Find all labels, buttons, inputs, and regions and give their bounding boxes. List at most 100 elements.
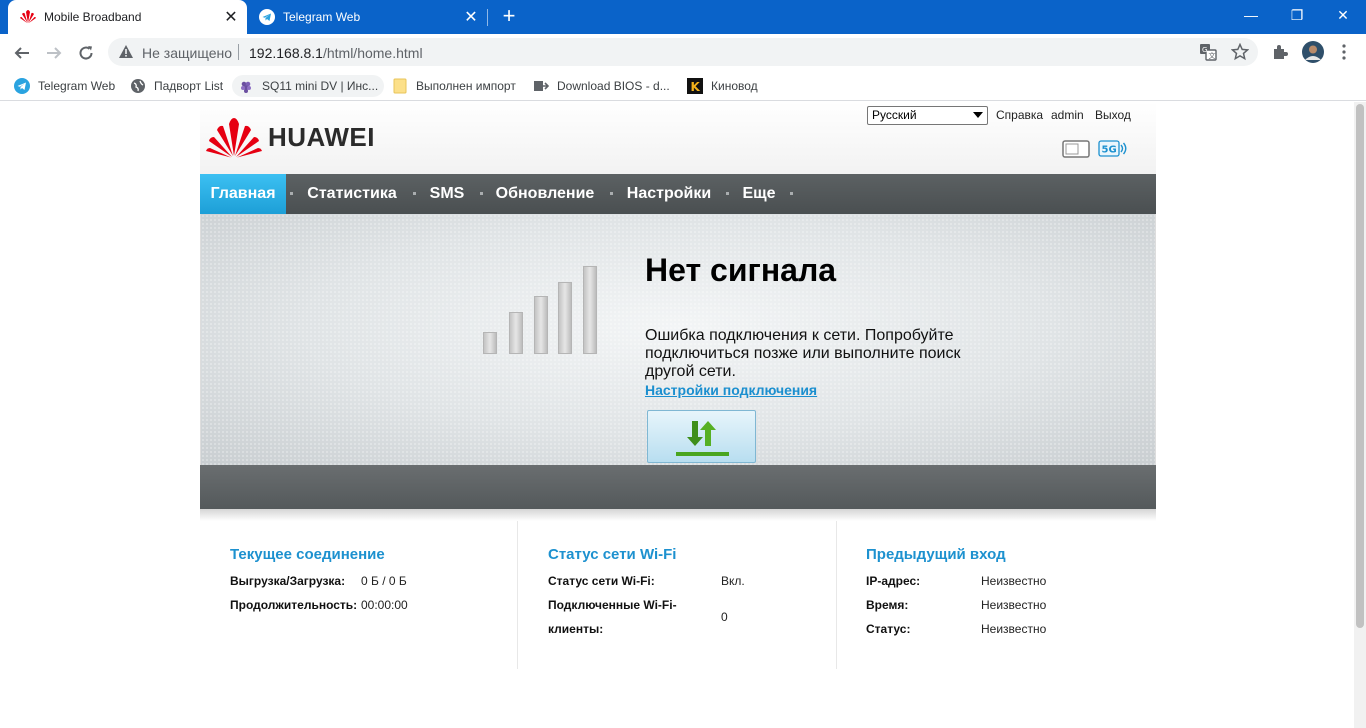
back-arrow-icon[interactable] (8, 39, 36, 67)
ip-address-label: IP-адрес: (866, 574, 921, 588)
translate-icon[interactable]: G文 (1198, 42, 1218, 62)
address-bar[interactable]: Не защищено 192.168.8.1/html/home.html (108, 38, 1258, 66)
nav-separator (726, 192, 729, 195)
signal-bar (509, 312, 523, 354)
signal-bar (583, 266, 597, 354)
status-title: Нет сигнала (645, 252, 837, 288)
nav-separator (610, 192, 613, 195)
duration-label: Продолжительность: (230, 598, 358, 612)
language-selected: Русский (872, 108, 917, 122)
bookmark-label: Выполнен импорт (416, 79, 516, 93)
huawei-logo: HUAWEI (206, 116, 375, 158)
signal-strength-icon (483, 264, 603, 354)
nav-more[interactable]: Еще (735, 174, 783, 214)
connect-button[interactable] (647, 410, 756, 463)
bookmark-padvort-list[interactable]: Падворт List (130, 75, 223, 97)
wifi-clients-label-cont: клиенты: (548, 622, 604, 636)
nav-separator (790, 192, 793, 195)
globe-icon (130, 78, 146, 94)
page-viewport: HUAWEI Русский Справка admin Выход 5G Гл… (0, 102, 1354, 728)
bookmark-label: SQ11 mini DV | Инс... (262, 79, 379, 93)
folder-icon (392, 78, 408, 94)
tab-telegram-web[interactable]: Telegram Web ✕ (249, 0, 487, 34)
time-label: Время: (866, 598, 909, 612)
forward-arrow-icon[interactable] (40, 39, 68, 67)
close-tab-icon[interactable]: ✕ (219, 7, 243, 27)
bookmark-label: Telegram Web (38, 79, 116, 93)
wifi-clients-value: 0 (721, 610, 728, 624)
info-panels: Текущее соединение Выгрузка/Загрузка: 0 … (200, 521, 1156, 686)
menu-kebab-icon[interactable] (1334, 42, 1354, 62)
bookmark-imported-folder[interactable]: Выполнен импорт (392, 75, 516, 97)
reload-icon[interactable] (72, 39, 100, 67)
url-host: 192.168.8.1 (249, 45, 323, 61)
page-scrollbar[interactable] (1354, 102, 1366, 728)
divider (200, 509, 1156, 521)
bookmark-sq11[interactable]: SQ11 mini DV | Инс... (232, 75, 385, 97)
wifi-status-panel: Статус сети Wi-Fi Статус сети Wi-Fi: Вкл… (518, 521, 836, 686)
nav-home[interactable]: Главная (200, 174, 286, 214)
scrollbar-thumb[interactable] (1356, 104, 1364, 628)
browser-toolbar: Не защищено 192.168.8.1/html/home.html G… (0, 34, 1366, 71)
bookmark-label: Падворт List (154, 79, 224, 93)
nav-separator (413, 192, 416, 195)
band-label: 5G (1102, 145, 1117, 156)
duration-value: 00:00:00 (361, 598, 408, 612)
huawei-petals-icon (206, 118, 262, 158)
wifi-status-label: Статус сети Wi-Fi: (548, 574, 655, 588)
restore-icon[interactable]: ❐ (1274, 0, 1320, 34)
upload-download-label: Выгрузка/Загрузка: (230, 574, 346, 588)
warning-icon[interactable] (118, 44, 134, 64)
kinovod-icon: K (687, 78, 703, 94)
divider (238, 44, 239, 60)
connection-status-panel: Нет сигнала Ошибка подключения к сети. П… (200, 214, 1156, 465)
connection-settings-link[interactable]: Настройки подключения (645, 382, 817, 398)
grape-icon (238, 78, 254, 94)
wifi-clients-label: Подключенные Wi-Fi- (548, 598, 677, 612)
nav-settings[interactable]: Настройки (621, 174, 717, 214)
tab-title: Telegram Web (283, 10, 361, 24)
bookmark-kinovod[interactable]: K Киновод (687, 75, 758, 97)
svg-text:文: 文 (1209, 51, 1216, 60)
wifi-status-value: Вкл. (721, 574, 745, 588)
upload-download-value: 0 Б / 0 Б (361, 574, 407, 588)
router-header: HUAWEI Русский Справка admin Выход 5G (200, 102, 1156, 174)
bookmark-star-icon[interactable] (1230, 42, 1250, 62)
nav-update[interactable]: Обновление (490, 174, 600, 214)
ip-address-value: Неизвестно (981, 574, 1047, 588)
url-text[interactable]: 192.168.8.1/html/home.html (249, 45, 423, 61)
extensions-puzzle-icon[interactable] (1270, 42, 1290, 62)
panel-title: Текущее соединение (230, 546, 385, 563)
panel-title: Статус сети Wi-Fi (548, 546, 677, 563)
user-link[interactable]: admin (1051, 108, 1084, 122)
up-down-arrows-icon (676, 421, 729, 456)
telegram-icon (259, 9, 275, 25)
bookmark-telegram-web[interactable]: Telegram Web (14, 75, 115, 97)
security-label[interactable]: Не защищено (142, 45, 232, 61)
bookmark-download-bios[interactable]: Download BIOS - d... (533, 75, 670, 97)
bios-icon (533, 78, 549, 94)
close-tab-icon[interactable]: ✕ (459, 7, 483, 27)
nav-sms[interactable]: SMS (422, 174, 472, 214)
tab-strip: Mobile Broadband ✕ Telegram Web ✕ + — ❐ … (0, 0, 1366, 34)
bookmark-label: Киновод (711, 79, 758, 93)
signal-bar (558, 282, 572, 354)
svg-text:G: G (1202, 46, 1207, 54)
nav-statistics[interactable]: Статистика (300, 174, 404, 214)
wifi-5g-icon: 5G (1098, 140, 1128, 163)
tab-title: Mobile Broadband (44, 10, 142, 24)
chevron-down-icon (973, 112, 983, 118)
nav-separator (480, 192, 483, 195)
close-window-icon[interactable]: ✕ (1320, 0, 1366, 34)
minimize-icon[interactable]: — (1228, 0, 1274, 34)
sim-card-icon (1062, 140, 1090, 163)
tab-mobile-broadband[interactable]: Mobile Broadband ✕ (8, 0, 247, 34)
bookmarks-bar: Telegram Web Падворт List SQ11 mini DV |… (0, 71, 1366, 101)
logout-link[interactable]: Выход (1095, 108, 1131, 122)
tab-separator (487, 9, 488, 26)
profile-avatar[interactable] (1302, 41, 1324, 63)
new-tab-button[interactable]: + (497, 5, 521, 29)
help-link[interactable]: Справка (996, 108, 1043, 122)
huawei-favicon-icon (20, 9, 36, 25)
language-select[interactable]: Русский (867, 106, 988, 125)
